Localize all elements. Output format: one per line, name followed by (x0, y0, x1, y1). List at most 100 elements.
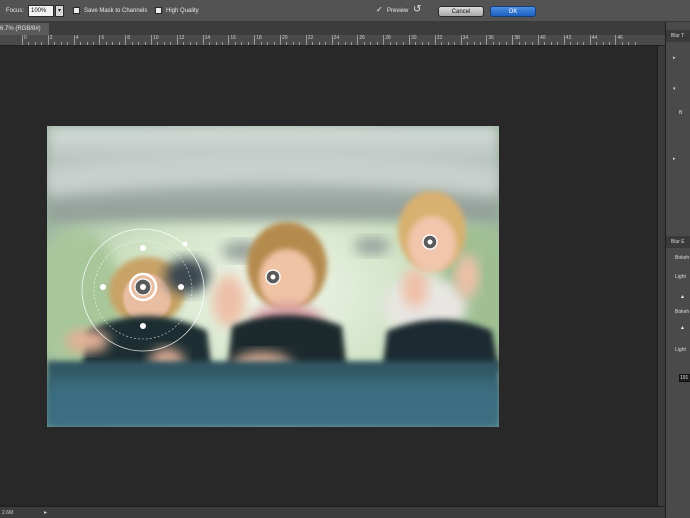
ruler-tick-label: 2 (49, 35, 53, 41)
light-bokeh-label: Light (675, 274, 686, 280)
ruler-tick (163, 42, 165, 45)
ruler-tick (138, 42, 140, 45)
ruler-tick (318, 42, 320, 45)
ruler-tick (608, 42, 610, 45)
light-bokeh-slider-icon[interactable]: ▲ (680, 294, 685, 300)
ruler-tick (260, 42, 262, 45)
ruler-tick-label: 4 (75, 35, 79, 41)
status-bar: 2.6M ▸ (0, 506, 665, 518)
ruler-tick (389, 42, 391, 45)
cancel-button[interactable]: Cancel (438, 6, 484, 17)
blur-effects-header[interactable]: Blur E (666, 236, 690, 248)
ruler-tick (209, 42, 211, 45)
ok-button[interactable]: OK (490, 6, 536, 17)
blur-gallery-window: Focus: 100% ▾ Save Mask to Channels High… (0, 0, 690, 518)
ruler-tick (118, 42, 120, 45)
ruler-tick (22, 35, 23, 45)
ruler-tick (628, 42, 630, 45)
high-quality-label: High Quality (166, 8, 199, 14)
preview-check-icon[interactable]: ✓ (376, 5, 383, 14)
ruler-tick (202, 35, 204, 45)
ruler-tick (67, 42, 69, 45)
tilt-shift-expand-icon[interactable]: ▸ (673, 156, 676, 162)
ruler-tick (234, 42, 236, 45)
ruler-tick-label: 16 (230, 35, 236, 41)
ruler-tick-label: 24 (333, 35, 340, 41)
ruler-tick (602, 42, 604, 45)
high-quality-checkbox[interactable] (155, 7, 162, 14)
ruler-tick-label: 22 (307, 35, 314, 41)
ruler-tick (292, 42, 294, 45)
canvas-area[interactable] (0, 46, 657, 506)
ruler-tick (350, 42, 352, 45)
ruler-tick-label: 26 (359, 35, 365, 41)
save-mask-label: Save Mask to Channels (84, 8, 148, 14)
document-tab[interactable]: 6.7% (RGB/8#) (0, 23, 49, 35)
ruler-tick (460, 35, 462, 45)
ruler-tick (112, 42, 114, 45)
bokeh-color-slider-icon[interactable]: ▲ (680, 325, 685, 331)
ruler-tick-label: 32 (436, 35, 443, 41)
ruler-tick (131, 42, 133, 45)
ruler-tick (621, 42, 623, 45)
ruler-tick (473, 42, 475, 45)
bokeh-label: Bokeh (675, 255, 690, 261)
light-range-input[interactable]: 191 (679, 374, 690, 382)
ruler-tick (615, 35, 617, 45)
ruler-tick-label: 44 (591, 35, 598, 41)
ruler-tick-label: 40 (540, 35, 546, 41)
save-mask-checkbox[interactable] (73, 7, 80, 14)
ruler-tick (505, 42, 507, 45)
ruler-tick (344, 42, 346, 45)
bokeh-color-label: Bokeh (675, 309, 690, 315)
ruler-tick-label: 20 (282, 35, 288, 41)
ruler-tick-label: 30 (411, 35, 417, 41)
ruler-tick (60, 42, 62, 45)
ruler-tick (331, 35, 333, 45)
ruler-tick (273, 42, 275, 45)
ruler-tick (183, 42, 185, 45)
ruler-tick (241, 42, 243, 45)
ruler-tick (538, 35, 539, 45)
ruler-tick (492, 42, 494, 45)
iris-blur-collapse-icon[interactable]: ▾ (673, 86, 676, 92)
ruler-tick (338, 42, 340, 45)
field-blur-expand-icon[interactable]: ▸ (673, 55, 676, 61)
ruler-tick-label: 36 (488, 35, 494, 41)
focus-label: Focus: (6, 8, 25, 14)
ruler-tick (125, 35, 127, 45)
ruler-tick-label: 14 (204, 35, 211, 41)
document-tab-bar: 6.7% (RGB/8#) (0, 22, 665, 35)
ruler-tick-label: 12 (178, 35, 185, 41)
ruler-tick (196, 42, 198, 45)
focus-input[interactable]: 100% (28, 5, 54, 17)
ruler-tick (557, 42, 559, 45)
ruler-tick (396, 42, 398, 45)
ruler-tick (415, 42, 417, 45)
status-menu-arrow-icon[interactable]: ▸ (44, 509, 47, 516)
ruler-tick (54, 42, 56, 45)
photo-preview[interactable] (47, 126, 499, 427)
ruler-tick (583, 42, 585, 45)
blur-tools-panel: Blur T ▸ ▾ B ▸ Blur E Bokeh Light ▲ Boke… (665, 22, 690, 518)
ruler-tick (570, 42, 572, 45)
ruler-tick-label: 0 (24, 35, 27, 41)
blur-tools-header[interactable]: Blur T (666, 30, 690, 42)
reset-icon[interactable]: ↺ (413, 4, 421, 15)
ruler-tick (215, 42, 217, 45)
ruler-tick (170, 42, 172, 45)
vertical-scrollbar[interactable] (657, 46, 665, 506)
ruler-tick (563, 35, 565, 45)
preview-label: Preview (387, 8, 409, 14)
ruler-tick (376, 42, 378, 45)
ruler-tick (370, 42, 372, 45)
focus-dropdown-arrow-icon[interactable]: ▾ (55, 5, 64, 17)
ruler-tick (254, 35, 256, 45)
ruler-tick (363, 42, 365, 45)
ruler-tick-label: 6 (101, 35, 105, 41)
document-size: 2.6M (2, 510, 14, 516)
ruler-tick (280, 35, 281, 45)
ruler-tick (634, 42, 636, 45)
ruler-tick (518, 42, 520, 45)
ruler-tick (467, 42, 469, 45)
